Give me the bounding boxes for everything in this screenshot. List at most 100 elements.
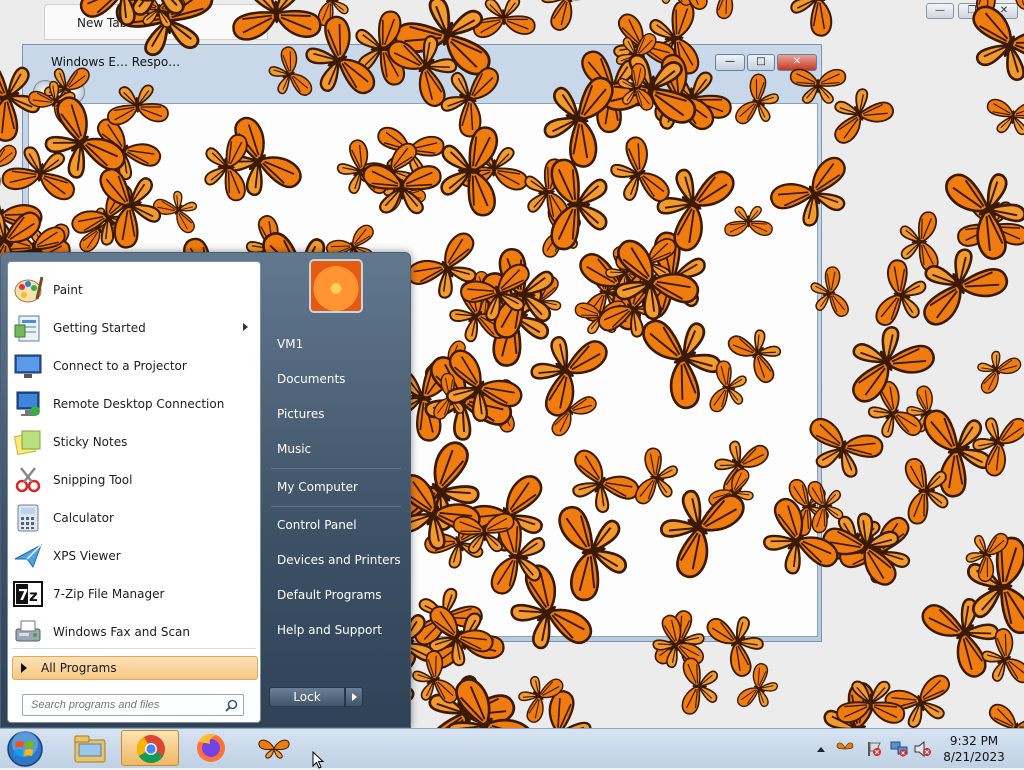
place-devices-printers[interactable]: Devices and Printers bbox=[269, 545, 405, 575]
program-calculator[interactable]: Calculator bbox=[12, 500, 256, 536]
place-label: Documents bbox=[277, 372, 346, 386]
program-connect-projector[interactable]: Connect to a Projector bbox=[12, 348, 256, 384]
place-user-vm1[interactable]: VM1 bbox=[269, 329, 405, 359]
butterfly bbox=[724, 205, 773, 237]
place-control-panel[interactable]: Control Panel bbox=[269, 510, 405, 540]
shutdown-options-arrow-button[interactable] bbox=[345, 687, 363, 707]
xps-viewer-icon bbox=[12, 540, 44, 572]
program-label: Snipping Tool bbox=[53, 473, 133, 487]
butterfly bbox=[945, 173, 1024, 260]
taskbar-firefox-button[interactable] bbox=[182, 730, 240, 766]
calculator-icon bbox=[12, 502, 44, 534]
svg-text:7: 7 bbox=[18, 586, 28, 604]
butterfly bbox=[558, 505, 627, 602]
submenu-arrow-icon[interactable] bbox=[243, 323, 248, 331]
paint-icon bbox=[12, 274, 44, 306]
program-getting-started[interactable]: Getting Started bbox=[12, 310, 256, 346]
place-default-programs[interactable]: Default Programs bbox=[269, 580, 405, 610]
remote-desktop-icon bbox=[12, 388, 44, 420]
snipping-tool-icon bbox=[12, 464, 44, 496]
clock-time: 9:32 PM bbox=[949, 734, 999, 748]
butterfly bbox=[875, 259, 927, 326]
taskbar-chrome-button[interactable] bbox=[121, 730, 179, 766]
program-label: Sticky Notes bbox=[53, 435, 128, 449]
taskbar-explorer-button[interactable] bbox=[60, 730, 118, 766]
program-7zip[interactable]: 7z 7-Zip File Manager bbox=[12, 576, 256, 612]
program-snipping-tool[interactable]: Snipping Tool bbox=[12, 462, 256, 498]
clock-date: 8/21/2023 bbox=[943, 750, 1005, 764]
butterfly bbox=[735, 73, 780, 125]
butterfly-app-icon bbox=[258, 739, 290, 759]
place-label: Pictures bbox=[277, 407, 325, 421]
program-sticky-notes[interactable]: Sticky Notes bbox=[12, 424, 256, 460]
triangle-right-icon bbox=[21, 663, 27, 673]
place-documents[interactable]: Documents bbox=[269, 364, 405, 394]
tray-butterfly-icon[interactable] bbox=[836, 741, 854, 755]
butterfly bbox=[972, 5, 1024, 82]
getting-started-icon bbox=[12, 312, 44, 344]
place-my-computer[interactable]: My Computer bbox=[269, 472, 405, 502]
program-xps-viewer[interactable]: XPS Viewer bbox=[12, 538, 256, 574]
butterfly bbox=[770, 156, 846, 227]
user-picture-flower-icon[interactable] bbox=[309, 259, 363, 313]
taskbar: 9:32 PM 8/21/2023 bbox=[0, 728, 1024, 769]
place-label: VM1 bbox=[277, 337, 304, 351]
volume-muted-icon[interactable] bbox=[914, 741, 932, 757]
windows-explorer-icon bbox=[74, 735, 106, 763]
program-remote-desktop[interactable]: Remote Desktop Connection bbox=[12, 386, 256, 422]
lock-label: Lock bbox=[293, 690, 321, 704]
butterfly bbox=[540, 0, 598, 31]
chrome-icon bbox=[137, 735, 165, 763]
butterfly bbox=[634, 447, 678, 505]
program-paint[interactable]: Paint bbox=[12, 272, 256, 308]
search-programs-input[interactable] bbox=[22, 694, 244, 716]
place-music[interactable]: Music bbox=[269, 434, 405, 464]
butterfly bbox=[834, 88, 894, 144]
place-label: Devices and Printers bbox=[277, 553, 401, 567]
program-label: XPS Viewer bbox=[53, 549, 121, 563]
seven-zip-icon: 7z bbox=[12, 578, 44, 610]
places-pane: VM1 Documents Pictures Music My Computer… bbox=[263, 253, 410, 723]
place-label: Help and Support bbox=[277, 623, 382, 637]
butterfly bbox=[727, 329, 781, 383]
program-label: Remote Desktop Connection bbox=[53, 397, 225, 411]
lock-button[interactable]: Lock bbox=[269, 687, 345, 707]
all-programs-button[interactable]: All Programs bbox=[12, 656, 258, 680]
taskbar-butterfly-app-button[interactable] bbox=[244, 730, 302, 766]
butterfly bbox=[789, 68, 847, 104]
network-icon[interactable] bbox=[890, 741, 908, 757]
start-menu: Paint Getting Started Connect to a Proje… bbox=[0, 252, 411, 728]
butterfly bbox=[153, 190, 198, 234]
butterfly bbox=[107, 84, 169, 126]
places-separator bbox=[271, 506, 401, 507]
start-button-windows-orb-icon[interactable] bbox=[5, 730, 45, 768]
program-label: 7-Zip File Manager bbox=[53, 587, 165, 601]
place-label: Control Panel bbox=[277, 518, 357, 532]
action-center-flag-icon[interactable] bbox=[866, 741, 882, 757]
program-fax-scan[interactable]: Windows Fax and Scan bbox=[12, 614, 256, 650]
place-label: Music bbox=[277, 442, 312, 456]
butterfly bbox=[989, 703, 1024, 728]
butterfly bbox=[790, 0, 840, 37]
all-programs-label: All Programs bbox=[41, 661, 117, 675]
place-help-support[interactable]: Help and Support bbox=[269, 615, 405, 645]
program-label: Windows Fax and Scan bbox=[53, 625, 191, 639]
place-label: My Computer bbox=[277, 480, 358, 494]
program-label: Calculator bbox=[53, 511, 114, 525]
show-hidden-icons-arrow-icon[interactable] bbox=[816, 745, 826, 753]
butterfly bbox=[977, 350, 1022, 394]
firefox-icon bbox=[197, 734, 225, 762]
places-separator bbox=[271, 468, 401, 469]
place-pictures[interactable]: Pictures bbox=[269, 399, 405, 429]
place-label: Default Programs bbox=[277, 588, 382, 602]
magnifier-icon[interactable] bbox=[225, 699, 238, 712]
butterfly bbox=[810, 266, 849, 317]
butterfly bbox=[681, 657, 719, 715]
taskbar-clock[interactable]: 9:32 PM 8/21/2023 bbox=[932, 733, 1016, 765]
butterfly bbox=[809, 417, 884, 478]
fax-scan-icon bbox=[12, 616, 44, 648]
mouse-cursor-icon bbox=[312, 751, 325, 769]
programs-pane: Paint Getting Started Connect to a Proje… bbox=[7, 261, 261, 723]
butterfly bbox=[899, 211, 939, 272]
sticky-notes-icon bbox=[12, 426, 44, 458]
